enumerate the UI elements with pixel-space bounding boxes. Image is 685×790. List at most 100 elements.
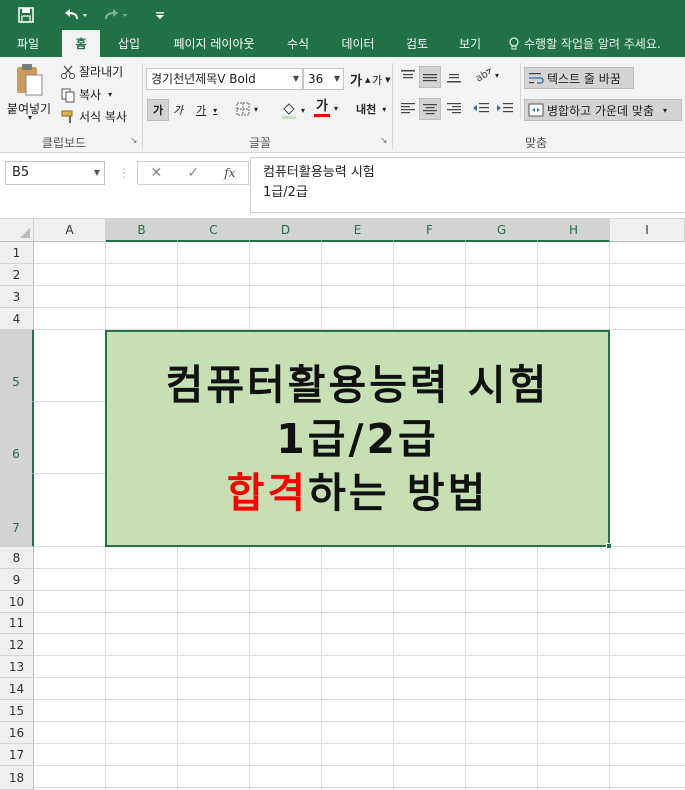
font-launcher-icon[interactable]: ↘: [380, 136, 388, 146]
align-middle-button[interactable]: [419, 66, 441, 88]
row-header-18[interactable]: 18: [0, 766, 34, 790]
row-header-1[interactable]: 1: [0, 242, 34, 264]
copy-button[interactable]: 복사 ▾: [60, 86, 112, 103]
select-all-corner[interactable]: [0, 219, 34, 242]
align-bottom-button[interactable]: [446, 69, 462, 83]
undo-icon[interactable]: [58, 3, 94, 27]
name-box-dropdown-icon[interactable]: ▼: [94, 162, 100, 184]
tell-me-search[interactable]: 수행할 작업을 알려 주세요.: [508, 30, 661, 57]
orientation-dropdown-icon[interactable]: ▾: [495, 71, 499, 80]
row-header-6[interactable]: 6: [0, 402, 34, 474]
row-header-2[interactable]: 2: [0, 264, 34, 286]
gridline: [34, 721, 685, 722]
row-header-15[interactable]: 15: [0, 700, 34, 722]
column-header-f[interactable]: F: [394, 219, 466, 242]
increase-indent-button[interactable]: [496, 101, 514, 115]
merge-center-button[interactable]: 병합하고 가운데 맞춤 ▾: [524, 99, 682, 121]
format-painter-button[interactable]: 서식 복사: [60, 108, 127, 125]
tab-insert[interactable]: 삽입: [106, 30, 152, 57]
row-header-11[interactable]: 11: [0, 613, 34, 634]
cancel-icon[interactable]: ✕: [151, 165, 163, 181]
align-left-button[interactable]: [400, 101, 416, 115]
row-header-5[interactable]: 5: [0, 330, 34, 402]
column-header-b[interactable]: B: [106, 219, 178, 242]
gridline: [34, 633, 685, 634]
borders-button[interactable]: ▾: [235, 101, 258, 117]
row-header-8[interactable]: 8: [0, 547, 34, 569]
wrap-text-button[interactable]: 텍스트 줄 바꿈: [524, 67, 634, 89]
font-name-select[interactable]: 경기천년제목V Bold ▼: [146, 68, 303, 90]
redo-icon[interactable]: [100, 3, 134, 27]
underline-dropdown-icon[interactable]: ▾: [213, 106, 217, 115]
italic-glyph: 가: [173, 104, 184, 117]
formula-input[interactable]: 컴퓨터활용능력 시험 1급/2급: [250, 157, 685, 213]
font-size-select[interactable]: 36 ▼: [303, 68, 344, 90]
column-header-c[interactable]: C: [178, 219, 250, 242]
column-header-a[interactable]: A: [34, 219, 106, 242]
clipboard-launcher-icon[interactable]: ↘: [130, 136, 138, 146]
merge-center-label: 병합하고 가운데 맞춤: [547, 103, 654, 118]
column-header-g[interactable]: G: [466, 219, 538, 242]
font-color-dropdown-icon[interactable]: ▾: [334, 104, 338, 113]
enter-icon[interactable]: ✓: [187, 165, 199, 181]
cut-button[interactable]: 잘라내기: [60, 63, 123, 80]
lightbulb-icon: [509, 36, 519, 49]
column-header-h[interactable]: H: [538, 219, 610, 242]
merge-dropdown-icon[interactable]: ▾: [663, 106, 667, 115]
align-center-button[interactable]: [419, 98, 441, 120]
column-header-d[interactable]: D: [250, 219, 322, 242]
decrease-indent-button[interactable]: [472, 101, 490, 115]
fill-color-dropdown-icon[interactable]: ▾: [301, 106, 305, 115]
row-header-16[interactable]: 16: [0, 722, 34, 744]
save-icon[interactable]: [14, 3, 38, 27]
row-header-10[interactable]: 10: [0, 591, 34, 613]
align-bottom-icon: [447, 74, 461, 83]
fill-color-button[interactable]: ▾: [280, 101, 305, 119]
insert-function-icon[interactable]: fx: [224, 166, 235, 180]
align-top-button[interactable]: [400, 69, 416, 83]
copy-dropdown-icon[interactable]: ▾: [108, 90, 112, 99]
column-header-i[interactable]: I: [610, 219, 685, 242]
alignment-group-label: 맞춤: [524, 136, 548, 150]
row-header-4[interactable]: 4: [0, 308, 34, 330]
row-header-7[interactable]: 7: [0, 474, 34, 547]
bold-button[interactable]: 가: [147, 99, 169, 121]
row-header-12[interactable]: 12: [0, 634, 34, 656]
row-header-13[interactable]: 13: [0, 656, 34, 678]
ribbon: 붙여넣기 ▾ 잘라내기 복사 ▾ 서식 복사 클립보드 ↘ 경기천년제목V Bo…: [0, 57, 685, 153]
phonetic-button[interactable]: 내천 ▾: [356, 101, 386, 117]
tab-data[interactable]: 데이터: [330, 30, 386, 57]
gridline: [34, 473, 105, 474]
italic-button[interactable]: 가: [173, 102, 183, 118]
name-box[interactable]: B5 ▼: [5, 161, 105, 185]
tab-review[interactable]: 검토: [394, 30, 440, 57]
paste-dropdown-icon[interactable]: ▾: [28, 113, 32, 122]
paste-button[interactable]: 붙여넣기: [6, 63, 52, 117]
grow-font-button[interactable]: 가 ▲: [350, 70, 370, 89]
tab-home[interactable]: 홈: [62, 30, 100, 57]
align-right-button[interactable]: [446, 101, 462, 115]
tab-page-layout[interactable]: 페이지 레이아웃: [160, 30, 268, 57]
font-color-button[interactable]: 가: [314, 100, 330, 117]
gridline: [34, 263, 685, 264]
column-header-e[interactable]: E: [322, 219, 394, 242]
wrap-text-label: 텍스트 줄 바꿈: [547, 71, 621, 86]
tab-file[interactable]: 파일: [6, 30, 50, 57]
shrink-font-button[interactable]: 가 ▼: [372, 72, 391, 88]
merged-cell-b5[interactable]: 컴퓨터활용능력 시험 1급/2급 합격하는 방법: [105, 330, 610, 547]
gridline: [34, 568, 685, 569]
underline-button[interactable]: 가 ▾: [196, 102, 217, 118]
orientation-button[interactable]: ab ▾: [474, 67, 499, 83]
row-header-3[interactable]: 3: [0, 286, 34, 308]
fill-handle[interactable]: [606, 543, 612, 549]
tab-view[interactable]: 보기: [448, 30, 492, 57]
row-header-17[interactable]: 17: [0, 744, 34, 766]
align-top-icon: [401, 70, 415, 79]
tab-formulas[interactable]: 수식: [276, 30, 320, 57]
row-header-14[interactable]: 14: [0, 678, 34, 700]
customize-icon[interactable]: [148, 3, 172, 27]
borders-dropdown-icon[interactable]: ▾: [254, 105, 258, 114]
font-color-glyph: 가: [316, 99, 328, 114]
phonetic-dropdown-icon[interactable]: ▾: [382, 105, 386, 114]
row-header-9[interactable]: 9: [0, 569, 34, 591]
